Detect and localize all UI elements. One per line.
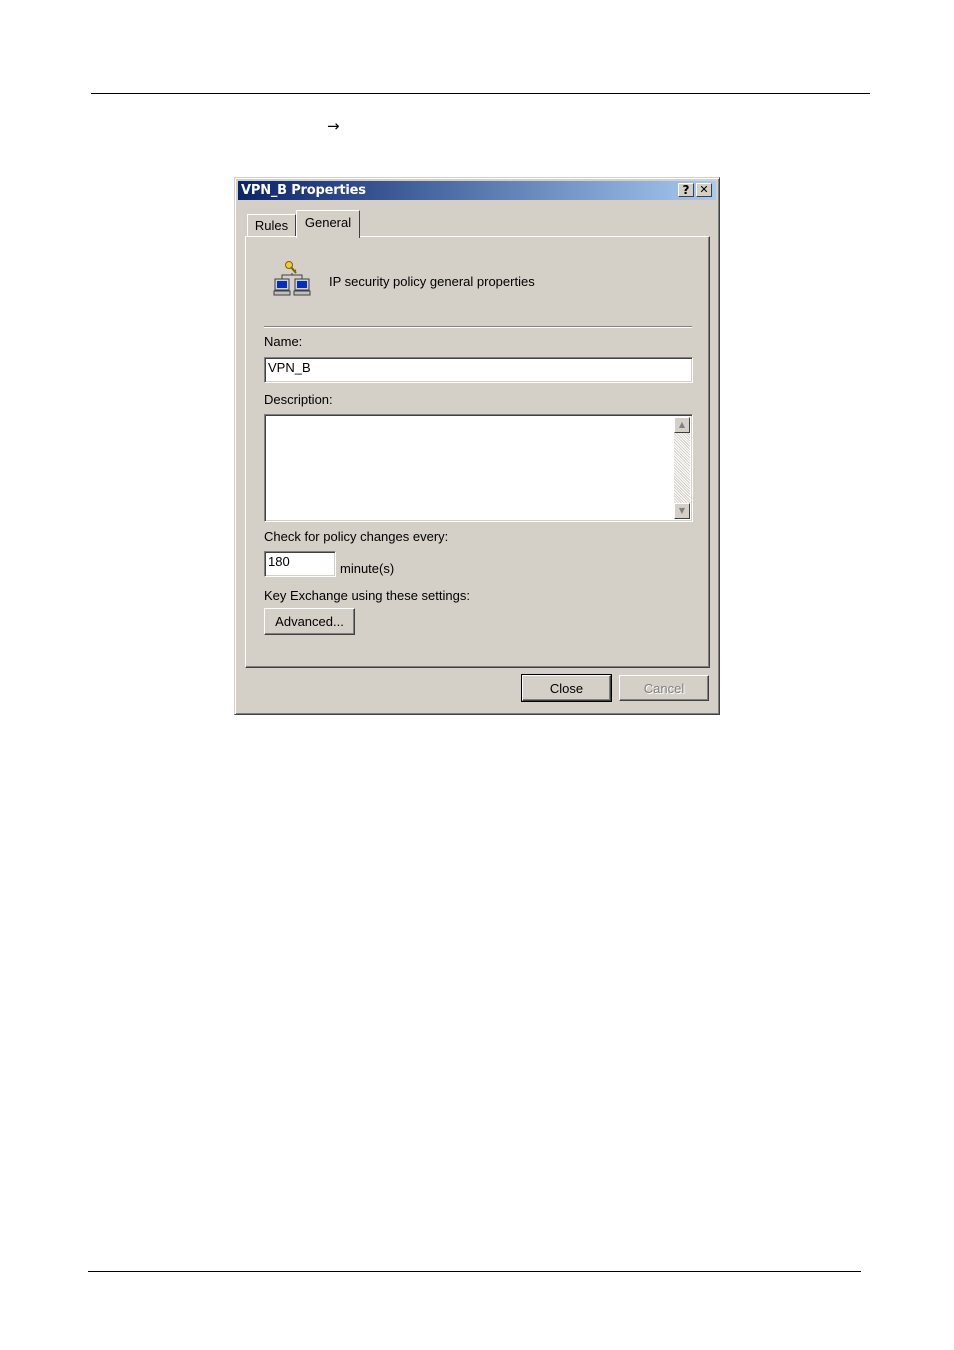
description-field[interactable]: ▲ ▼ [264,414,693,522]
name-field[interactable]: VPN_B [264,357,693,383]
arrow-glyph: → [327,117,340,135]
header-separator [264,326,692,328]
policy-header-text: IP security policy general properties [329,274,535,289]
tab-rules[interactable]: Rules [247,214,296,236]
page-bottom-rule [88,1271,861,1272]
cancel-button: Cancel [619,675,709,701]
check-interval-unit: minute(s) [340,561,395,576]
close-button[interactable]: Close [521,674,612,702]
properties-dialog: VPN_B Properties ? ✕ Rules General IP se… [234,177,720,715]
description-label: Description: [264,392,333,407]
page-top-rule [91,93,870,94]
scroll-up-icon[interactable]: ▲ [674,417,690,433]
name-label: Name: [264,334,303,349]
check-interval-field[interactable]: 180 [264,551,336,577]
tab-general[interactable]: General [296,210,360,238]
close-window-button[interactable]: ✕ [696,183,712,197]
check-interval-value: 180 [268,554,290,569]
key-exchange-label: Key Exchange using these settings: [264,588,470,603]
help-button[interactable]: ? [678,183,694,197]
general-tab-panel: IP security policy general properties Na… [245,236,710,668]
dialog-title: VPN_B Properties [241,183,366,198]
name-field-value: VPN_B [268,360,311,375]
network-key-icon [272,259,312,297]
description-scrollbar[interactable]: ▲ ▼ [674,417,690,519]
advanced-button[interactable]: Advanced... [264,608,355,635]
title-bar[interactable]: VPN_B Properties ? ✕ [238,181,716,200]
scroll-down-icon[interactable]: ▼ [674,503,690,519]
check-interval-label: Check for policy changes every: [264,529,449,544]
